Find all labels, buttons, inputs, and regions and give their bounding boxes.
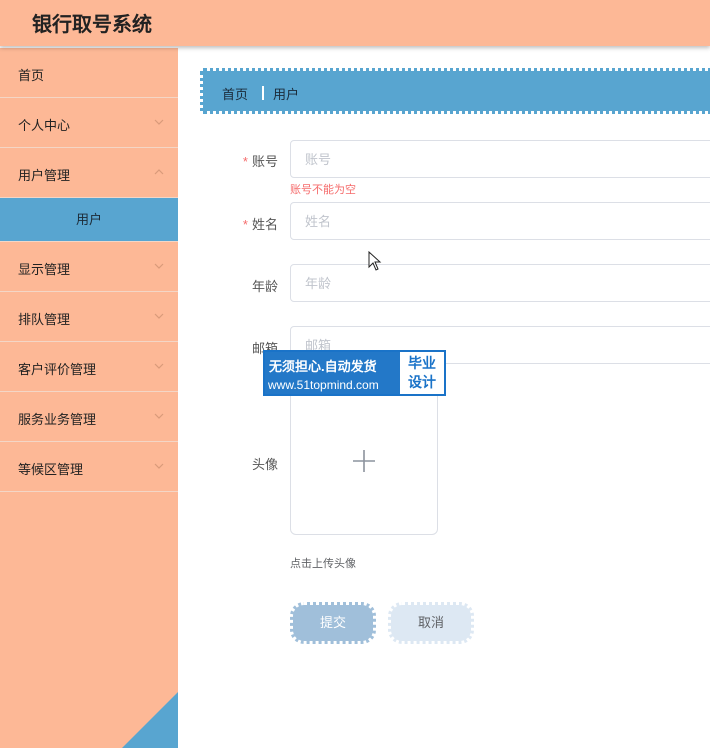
- sidebar-item-label: 显示管理: [18, 262, 71, 277]
- sidebar-item-display-management[interactable]: 显示管理: [0, 242, 178, 292]
- required-mark: *: [242, 154, 248, 169]
- sidebar-item-label: 用户管理: [18, 168, 71, 183]
- name-input[interactable]: [290, 202, 710, 240]
- watermark-badge: 毕业 设计: [400, 352, 444, 394]
- submit-button[interactable]: 提交: [290, 602, 376, 644]
- sidebar-item-waiting-area[interactable]: 等候区管理: [0, 442, 178, 492]
- sidebar-item-service-business[interactable]: 服务业务管理: [0, 392, 178, 442]
- chevron-down-icon: [154, 263, 164, 269]
- cancel-button[interactable]: 取消: [388, 602, 474, 644]
- chevron-down-icon: [154, 413, 164, 419]
- avatar-upload[interactable]: [290, 387, 438, 535]
- app-title: 银行取号系统: [32, 14, 152, 36]
- chevron-down-icon: [154, 363, 164, 369]
- sidebar-item-home[interactable]: 首页: [0, 48, 178, 98]
- avatar-label: 头像: [251, 457, 278, 472]
- app-header: 银行取号系统: [0, 0, 710, 46]
- name-label: * 姓名: [242, 217, 278, 232]
- sidebar-item-user-management[interactable]: 用户管理: [0, 148, 178, 198]
- plus-icon: [353, 450, 375, 472]
- breadcrumb: 首页 用户: [200, 68, 710, 114]
- sidebar-item-label: 等候区管理: [18, 462, 84, 477]
- sidebar-item-label: 用户: [75, 212, 102, 227]
- watermark-line1: 无须担心.自动发货: [269, 359, 377, 374]
- watermark-line2: www.51topmind.com: [268, 378, 379, 392]
- sidebar-item-label: 客户评价管理: [18, 362, 97, 377]
- avatar-upload-tip: 点击上传头像: [290, 558, 356, 570]
- breadcrumb-home[interactable]: 首页: [222, 84, 248, 103]
- decorative-corner: [122, 692, 178, 748]
- chevron-up-icon: [154, 169, 164, 175]
- sidebar-item-label: 个人中心: [18, 118, 71, 133]
- breadcrumb-current: 用户: [273, 87, 300, 102]
- breadcrumb-separator: [262, 86, 264, 100]
- watermark-banner: 无须担心.自动发货 www.51topmind.com 毕业 设计: [263, 350, 446, 396]
- chevron-down-icon: [154, 463, 164, 469]
- sidebar: 首页 个人中心 用户管理 用户 显示管理 排队管理 客户评价管理 服务业务管理 …: [0, 48, 178, 748]
- sidebar-item-label: 服务业务管理: [18, 412, 97, 427]
- sidebar-item-personal-center[interactable]: 个人中心: [0, 98, 178, 148]
- required-mark: *: [242, 217, 248, 232]
- account-label: * 账号: [242, 154, 278, 169]
- sidebar-item-label: 排队管理: [18, 312, 71, 327]
- mouse-cursor-icon: [368, 251, 382, 271]
- account-error: 账号不能为空: [290, 184, 356, 196]
- sidebar-subitem-users[interactable]: 用户: [0, 198, 178, 242]
- sidebar-item-queue-management[interactable]: 排队管理: [0, 292, 178, 342]
- age-input[interactable]: [290, 264, 710, 302]
- sidebar-item-label: 首页: [18, 68, 45, 83]
- chevron-down-icon: [154, 313, 164, 319]
- account-input[interactable]: [290, 140, 710, 178]
- sidebar-item-customer-review[interactable]: 客户评价管理: [0, 342, 178, 392]
- chevron-down-icon: [154, 119, 164, 125]
- age-label: 年龄: [251, 279, 278, 294]
